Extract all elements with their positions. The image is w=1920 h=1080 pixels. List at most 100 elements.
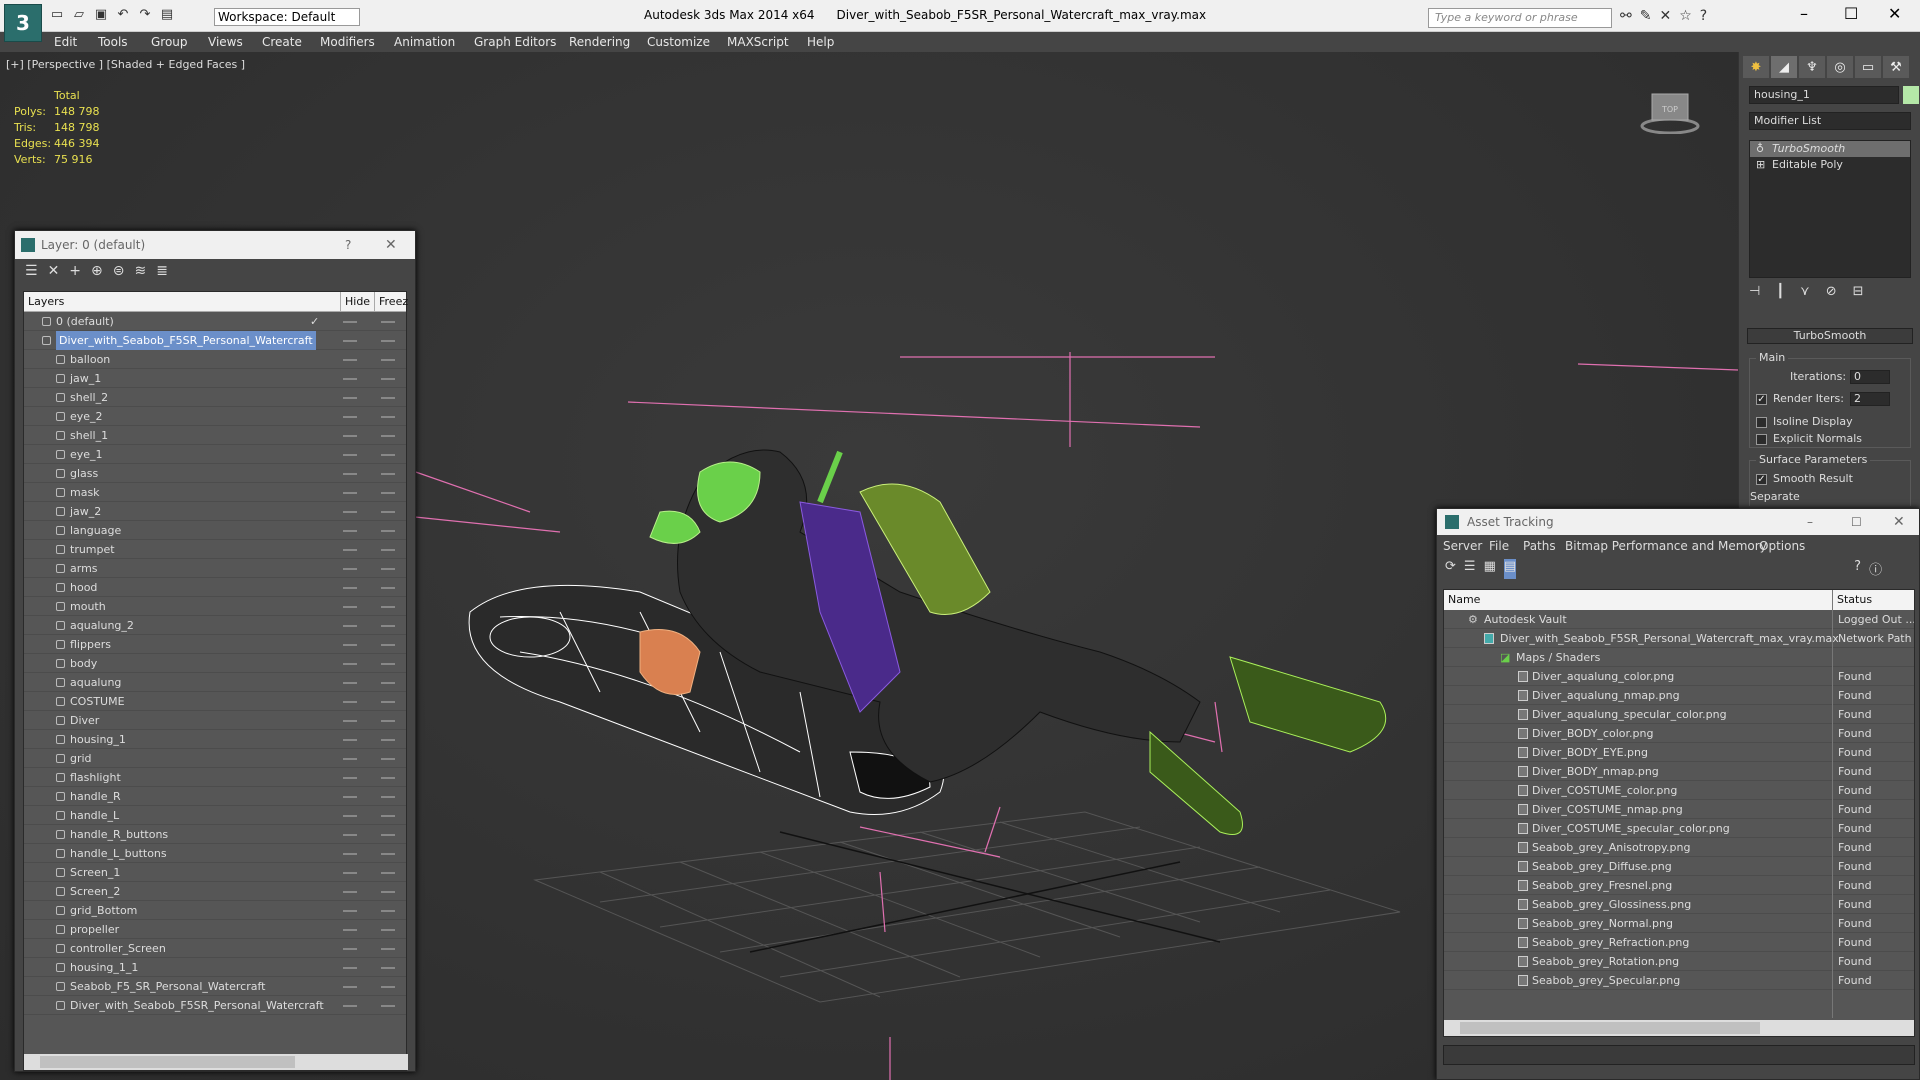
- freeze-toggle[interactable]: [381, 625, 395, 627]
- hide-toggle[interactable]: [343, 549, 357, 551]
- layer-object-row[interactable]: housing_1_1: [24, 958, 406, 977]
- layer-object-row[interactable]: body: [24, 654, 406, 673]
- undo-icon[interactable]: ↶: [114, 6, 132, 24]
- layer-object-row[interactable]: handle_R: [24, 787, 406, 806]
- layer-object-row[interactable]: flashlight: [24, 768, 406, 787]
- hide-toggle[interactable]: [343, 929, 357, 931]
- hide-toggle[interactable]: [343, 359, 357, 361]
- help-button[interactable]: ?: [345, 231, 351, 259]
- asset-row[interactable]: Seabob_grey_Specular.png Found: [1444, 971, 1914, 990]
- layer-object-row[interactable]: propeller: [24, 920, 406, 939]
- hide-toggle[interactable]: [343, 568, 357, 570]
- menu-views[interactable]: Views: [208, 35, 243, 49]
- freeze-toggle[interactable]: [381, 967, 395, 969]
- layer-object-row[interactable]: flippers: [24, 635, 406, 654]
- layer-object-row[interactable]: grid: [24, 749, 406, 768]
- freeze-toggle[interactable]: [381, 720, 395, 722]
- stack-item-editable-poly[interactable]: ⊞ Editable Poly: [1750, 157, 1910, 173]
- freeze-toggle[interactable]: [381, 568, 395, 570]
- create-tab-icon[interactable]: ✸: [1743, 56, 1769, 78]
- freeze-toggle[interactable]: [381, 1005, 395, 1007]
- redo-icon[interactable]: ↷: [136, 6, 154, 24]
- layer-object-row[interactable]: handle_R_buttons: [24, 825, 406, 844]
- column-freeze[interactable]: Freez: [374, 292, 408, 312]
- checkbox-checked-icon[interactable]: ✓: [1756, 473, 1767, 485]
- freeze-toggle[interactable]: [381, 739, 395, 741]
- asset-row[interactable]: Diver_COSTUME_specular_color.png Found: [1444, 819, 1914, 838]
- hide-toggle[interactable]: [343, 511, 357, 513]
- hide-toggle[interactable]: [343, 986, 357, 988]
- info-icon[interactable]: ⓘ: [1869, 559, 1882, 579]
- communication-icon[interactable]: ✎: [1640, 8, 1652, 24]
- hide-toggle[interactable]: [343, 397, 357, 399]
- layer-object-row[interactable]: Screen_1: [24, 863, 406, 882]
- checkbox-icon[interactable]: [1756, 416, 1767, 428]
- asset-window-title-bar[interactable]: Asset Tracking – ☐ ✕: [1437, 509, 1919, 535]
- freeze-toggle[interactable]: [381, 758, 395, 760]
- freeze-toggle[interactable]: [381, 549, 395, 551]
- asset-row[interactable]: Diver_aqualung_color.png Found: [1444, 667, 1914, 686]
- scrollbar-thumb[interactable]: [40, 1056, 295, 1068]
- menu-help[interactable]: Help: [807, 35, 834, 49]
- freeze-toggle[interactable]: [381, 587, 395, 589]
- layer-object-row[interactable]: Diver_with_Seabob_F5SR_Personal_Watercra…: [24, 996, 406, 1015]
- layer-object-row[interactable]: hood: [24, 578, 406, 597]
- menu-tools[interactable]: Tools: [98, 35, 128, 49]
- select-objects-icon[interactable]: ⊕: [91, 263, 103, 281]
- minimize-button[interactable]: –: [1800, 4, 1808, 23]
- column-status[interactable]: Status: [1832, 590, 1872, 610]
- project-folder-icon[interactable]: ▤: [158, 6, 176, 24]
- layer-object-row[interactable]: grid_Bottom: [24, 901, 406, 920]
- object-name-field[interactable]: housing_1: [1749, 86, 1899, 104]
- freeze-toggle[interactable]: [381, 378, 395, 380]
- checkbox-icon[interactable]: [1756, 433, 1767, 445]
- hide-toggle[interactable]: [343, 454, 357, 456]
- close-icon[interactable]: ✕: [385, 231, 397, 259]
- layer-object-row[interactable]: Diver: [24, 711, 406, 730]
- hide-toggle[interactable]: [343, 530, 357, 532]
- hide-toggle[interactable]: [343, 321, 357, 323]
- utilities-tab-icon[interactable]: ⚒: [1883, 56, 1909, 78]
- show-end-result-icon[interactable]: ┃: [1776, 284, 1784, 299]
- menu-customize[interactable]: Customize: [647, 35, 710, 49]
- object-color-swatch[interactable]: [1903, 86, 1919, 104]
- layer-object-row[interactable]: eye_2: [24, 407, 406, 426]
- turbosmooth-rollout-header[interactable]: TurboSmooth: [1747, 328, 1913, 344]
- layer-row-default[interactable]: 0 (default) ✓: [24, 312, 406, 331]
- hide-toggle[interactable]: [343, 853, 357, 855]
- list-view-icon[interactable]: ☰: [1464, 559, 1476, 579]
- help-icon[interactable]: ?: [1700, 8, 1707, 24]
- asset-row[interactable]: Diver_aqualung_specular_color.png Found: [1444, 705, 1914, 724]
- save-icon[interactable]: ▣: [92, 6, 110, 24]
- hide-toggle[interactable]: [343, 967, 357, 969]
- maximize-button[interactable]: ☐: [1844, 4, 1858, 23]
- menu-edit[interactable]: Edit: [54, 35, 77, 49]
- layer-object-row[interactable]: COSTUME: [24, 692, 406, 711]
- layer-horizontal-scrollbar[interactable]: [24, 1054, 408, 1070]
- asset-row-vault[interactable]: ⚙ Autodesk Vault Logged Out ...: [1444, 610, 1914, 629]
- hide-all-icon[interactable]: ≋: [135, 263, 147, 281]
- freeze-toggle[interactable]: [381, 511, 395, 513]
- add-to-layer-icon[interactable]: +: [69, 263, 81, 281]
- freeze-toggle[interactable]: [381, 853, 395, 855]
- layer-object-row[interactable]: eye_1: [24, 445, 406, 464]
- menu-server[interactable]: Server: [1443, 539, 1482, 553]
- hide-toggle[interactable]: [343, 758, 357, 760]
- menu-group[interactable]: Group: [151, 35, 188, 49]
- asset-row[interactable]: Diver_COSTUME_nmap.png Found: [1444, 800, 1914, 819]
- freeze-toggle[interactable]: [381, 682, 395, 684]
- layer-object-row[interactable]: jaw_2: [24, 502, 406, 521]
- menu-create[interactable]: Create: [262, 35, 302, 49]
- layer-object-row[interactable]: jaw_1: [24, 369, 406, 388]
- hide-toggle[interactable]: [343, 663, 357, 665]
- layer-object-row[interactable]: glass: [24, 464, 406, 483]
- asset-row[interactable]: Seabob_grey_Fresnel.png Found: [1444, 876, 1914, 895]
- binoculars-icon[interactable]: ⚯: [1620, 8, 1632, 24]
- menu-modifiers[interactable]: Modifiers: [320, 35, 375, 49]
- hide-toggle[interactable]: [343, 910, 357, 912]
- hide-toggle[interactable]: [343, 378, 357, 380]
- layer-object-row[interactable]: shell_2: [24, 388, 406, 407]
- layer-object-row[interactable]: arms: [24, 559, 406, 578]
- freeze-toggle[interactable]: [381, 815, 395, 817]
- layer-object-row[interactable]: handle_L: [24, 806, 406, 825]
